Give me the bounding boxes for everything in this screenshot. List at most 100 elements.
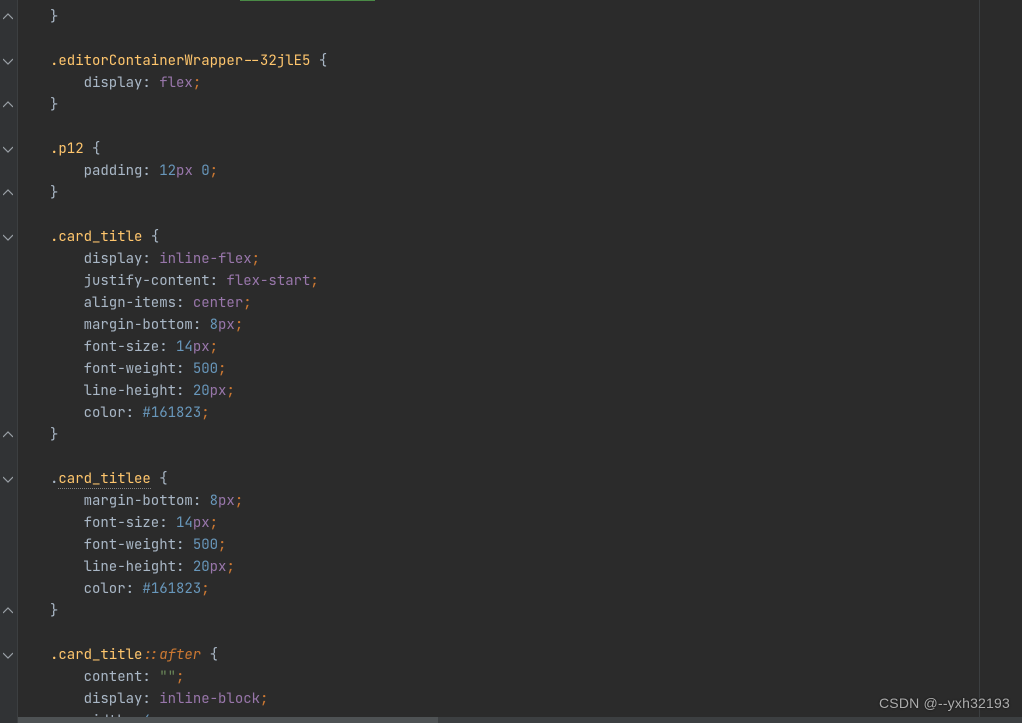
code-line[interactable]: .editorContainerWrapper--32jlE5 { [18,50,1022,72]
code-line[interactable]: .p12 { [18,138,1022,160]
token: 14 [176,338,193,356]
fold-close-icon[interactable] [3,606,13,616]
token: ; [226,558,234,576]
code-line[interactable]: .card_titlee { [18,468,1022,490]
token: ; [218,360,226,378]
token: ; [260,690,268,708]
code-line[interactable]: font-size: 14px; [18,512,1022,534]
token: content [84,668,143,686]
code-view[interactable]: } .editorContainerWrapper--32jlE5 { disp… [18,0,1022,723]
fold-open-icon[interactable] [3,474,13,484]
code-line[interactable]: font-weight: 500; [18,534,1022,556]
token: inline-flex [159,250,251,268]
token: { [92,140,100,158]
code-line[interactable]: } [18,182,1022,204]
token: : [142,668,159,686]
gutter[interactable] [0,0,18,723]
code-line[interactable]: color: #161823; [18,578,1022,600]
code-line[interactable]: content: ""; [18,666,1022,688]
fold-close-icon[interactable] [3,430,13,440]
token: : [142,690,159,708]
code-line[interactable]: line-height: 20px; [18,380,1022,402]
code-line[interactable]: display: inline-flex; [18,248,1022,270]
token: px [193,338,210,356]
token [50,536,84,554]
code-line[interactable]: justify-content: flex-start; [18,270,1022,292]
token [142,228,150,246]
token: ; [243,294,251,312]
code-line[interactable]: color: #161823; [18,402,1022,424]
token: 8 [210,492,218,510]
code-line[interactable] [18,28,1022,50]
code-line[interactable] [18,204,1022,226]
token: line-height [84,382,176,400]
token: ; [235,316,243,334]
code-line[interactable]: font-weight: 500; [18,358,1022,380]
token: ; [252,250,260,268]
fold-close-icon[interactable] [3,188,13,198]
token: : [142,162,159,180]
token: : [193,316,210,334]
code-line[interactable]: margin-bottom: 8px; [18,490,1022,512]
token: inline-block [159,690,260,708]
horizontal-scrollbar-thumb[interactable] [18,717,438,723]
token: : [176,558,193,576]
fold-open-icon[interactable] [3,650,13,660]
token: 20 [193,558,210,576]
fold-open-icon[interactable] [3,56,13,66]
token: px [210,558,227,576]
token: : [176,536,193,554]
fold-open-icon[interactable] [3,232,13,242]
token: : [142,250,159,268]
code-line[interactable] [18,116,1022,138]
code-line[interactable]: } [18,6,1022,28]
token: ; [201,580,209,598]
code-line[interactable]: } [18,94,1022,116]
horizontal-scrollbar[interactable] [18,717,1022,723]
token: px [193,514,210,532]
code-line[interactable]: font-size: 14px; [18,336,1022,358]
fold-open-icon[interactable] [3,144,13,154]
code-line[interactable]: margin-bottom: 8px; [18,314,1022,336]
token: ; [201,404,209,422]
code-line[interactable]: padding: 12px 0; [18,160,1022,182]
token: px [218,492,235,510]
token [201,646,209,664]
token: color [84,404,126,422]
token: .card_title [50,228,142,246]
token: : [126,580,143,598]
token: } [50,8,58,26]
code-line[interactable] [18,446,1022,468]
code-line[interactable]: line-height: 20px; [18,556,1022,578]
token: .editorContainerWrapper--32jlE5 [50,52,310,70]
token [50,382,84,400]
token: font-size [84,338,160,356]
token: .p12 [50,140,84,158]
token: ; [226,382,234,400]
token: display [84,690,143,708]
token: 8 [210,316,218,334]
fold-close-icon[interactable] [3,100,13,110]
code-line[interactable]: display: flex; [18,72,1022,94]
token: : [159,514,176,532]
token: 500 [193,360,218,378]
code-line[interactable]: .card_title::after { [18,644,1022,666]
code-line[interactable] [18,622,1022,644]
code-line[interactable]: display: inline-block; [18,688,1022,710]
code-line[interactable]: align-items: center; [18,292,1022,314]
token: px [218,316,235,334]
token: line-height [84,558,176,576]
token: center [193,294,243,312]
code-line[interactable]: } [18,600,1022,622]
token: #161823 [142,404,201,422]
code-line[interactable]: .card_title { [18,226,1022,248]
token: : [176,382,193,400]
editor-area[interactable]: } .editorContainerWrapper--32jlE5 { disp… [0,0,1022,723]
token: justify-content [84,272,210,290]
token [50,316,84,334]
fold-close-icon[interactable] [3,12,13,22]
token: ; [210,514,218,532]
token: : [176,294,193,312]
code-line[interactable]: } [18,424,1022,446]
token: ::after [142,646,201,664]
